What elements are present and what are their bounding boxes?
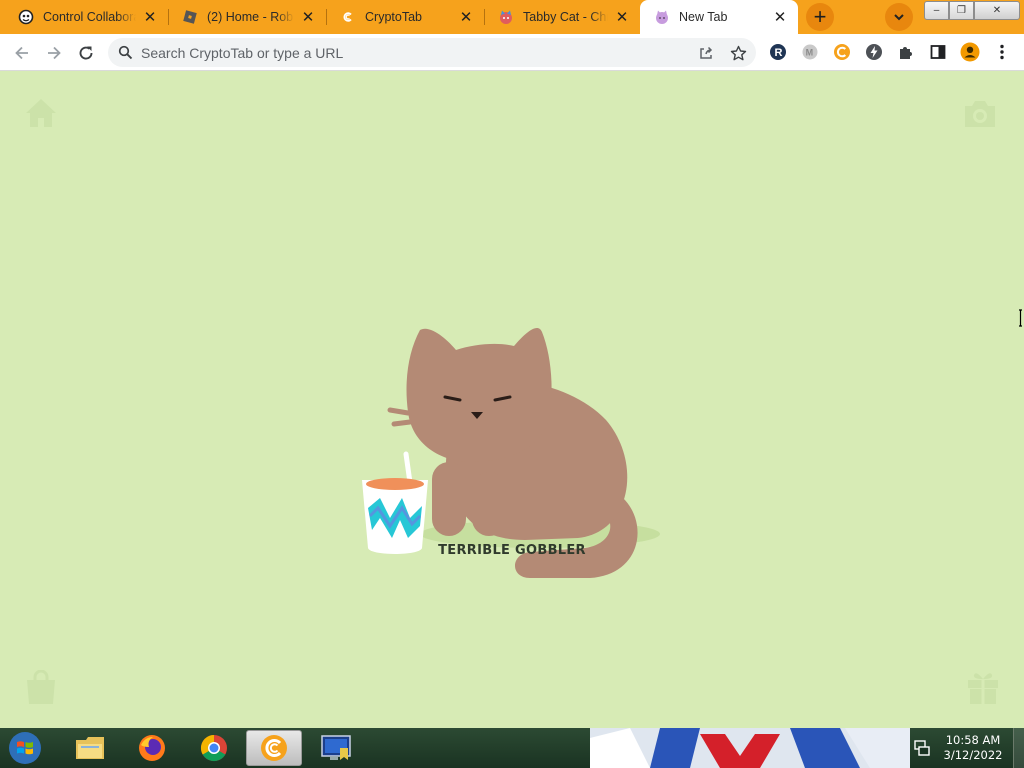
new-tab-button[interactable]: + [806,3,834,31]
tab-strip: Control Collaborate ✕ (2) Home - Roblox … [0,0,1024,34]
search-icon [118,45,133,60]
start-button[interactable] [6,730,44,766]
tab-title: Tabby Cat - Chrome [523,10,608,24]
tabby-cat-icon [654,9,670,25]
roblox-icon [182,9,198,25]
reload-button[interactable] [74,41,98,65]
chevron-down-icon [894,14,904,21]
tab-new-tab[interactable]: New Tab ✕ [640,0,798,34]
taskbar-network-monitor[interactable] [308,730,364,766]
clock-date: 3/12/2022 [943,748,1003,762]
camera-icon[interactable] [962,98,998,130]
shopping-bag-icon[interactable] [24,670,58,706]
svg-text:M: M [806,48,814,58]
tab-cryptotab[interactable]: CryptoTab ✕ [326,0,484,34]
cat-svg [362,327,660,578]
tab-title: (2) Home - Roblox [207,10,294,24]
close-tab-icon[interactable]: ✕ [300,9,316,26]
gift-icon[interactable] [966,670,1000,706]
tab-roblox-home[interactable]: (2) Home - Roblox ✕ [168,0,326,34]
network-monitor-icon [321,735,351,760]
forward-arrow-icon [48,46,61,60]
firefox-icon [139,735,165,761]
profile-avatar[interactable] [960,42,980,62]
close-tab-icon[interactable]: ✕ [458,9,474,26]
taskbar-cryptotab-browser[interactable] [246,730,302,766]
address-bar[interactable] [108,38,756,67]
reload-icon [79,46,93,60]
share-icon[interactable] [697,44,715,62]
close-tab-icon[interactable]: ✕ [142,9,158,26]
extension-grey-icon[interactable]: M [800,42,820,62]
chrome-icon [200,734,227,762]
cat-front-leg [432,462,466,536]
windows-explorer-icon [76,737,104,759]
tab-control-collaborate[interactable]: Control Collaborate ✕ [4,0,168,34]
close-tab-icon[interactable]: ✕ [772,9,788,26]
system-clock[interactable]: 10:58 AM 3/12/2022 [940,733,1006,763]
windows-logo-icon [9,732,41,764]
bookmark-star-icon[interactable] [729,44,747,62]
back-arrow-icon [15,46,28,60]
minimize-button[interactable]: – [924,1,949,20]
cryptotab-extension-icon[interactable] [832,42,852,62]
tab-search-button[interactable] [885,3,913,31]
tab-title: New Tab [679,10,728,24]
cat-front-leg [472,472,506,536]
cryptotab-browser-icon [261,735,287,761]
text-cursor-icon [1019,309,1022,327]
taskbar-explorer[interactable] [62,730,118,766]
back-button[interactable] [10,41,34,65]
cat-head [406,327,552,462]
remote-control-icon [18,9,34,25]
forward-button[interactable] [42,41,66,65]
lightning-extension-icon[interactable] [864,42,884,62]
pet-name-label[interactable]: TERRIBLE GOBBLER [0,543,1024,558]
tab-title: CryptoTab [365,10,422,24]
drink-cup [362,451,428,554]
restore-button[interactable]: ❐ [949,1,974,20]
cat-whiskers [387,407,413,427]
taskbar-chrome[interactable] [186,730,242,766]
cryptotab-icon [340,9,356,25]
extensions-puzzle-icon[interactable] [896,42,916,62]
close-window-button[interactable]: ✕ [974,1,1020,20]
extension-r-icon[interactable]: R [768,42,788,62]
tab-title: Control Collaborate [43,10,136,24]
new-tab-page: TERRIBLE GOBBLER [0,72,1024,728]
clock-time: 10:58 AM [945,733,1001,747]
network-tray-icon[interactable] [913,739,931,757]
tab-tabby-cat-store[interactable]: Tabby Cat - Chrome ✕ [484,0,640,34]
side-panel-icon[interactable] [928,42,948,62]
svg-text:R: R [775,47,783,59]
wallpaper-art [590,728,910,768]
windows-taskbar: 10:58 AM 3/12/2022 [0,728,1024,768]
kebab-menu-icon[interactable] [992,42,1012,62]
taskbar-firefox[interactable] [124,730,180,766]
close-tab-icon[interactable]: ✕ [614,9,630,26]
omnibox-input[interactable] [141,42,681,63]
tabby-cat-icon [498,9,514,25]
tabby-cat-illustration[interactable] [350,312,670,602]
home-icon[interactable] [24,96,58,130]
browser-toolbar: R M [0,34,1024,71]
show-desktop-button[interactable] [1013,728,1024,768]
